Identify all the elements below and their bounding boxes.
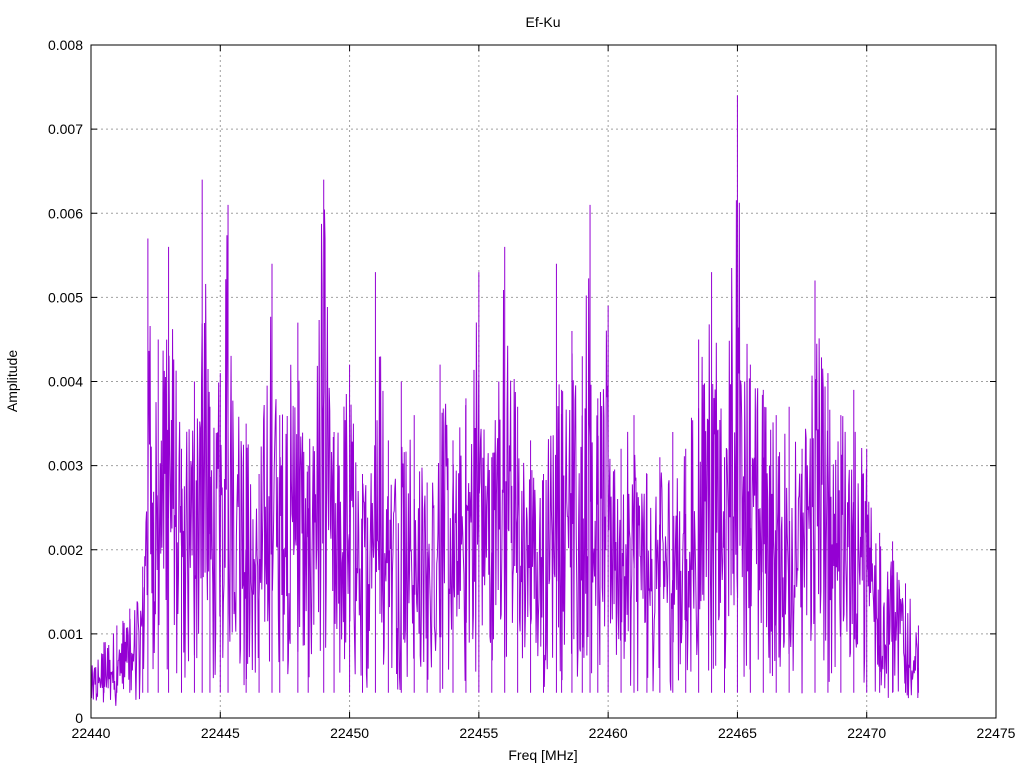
x-tick-label: 22450 bbox=[330, 725, 369, 741]
x-axis-title: Freq [MHz] bbox=[508, 747, 577, 763]
y-tick-label: 0.001 bbox=[48, 626, 83, 642]
chart: 22440 22445 22450 22455 22460 22465 22470 22475… bbox=[0, 0, 1024, 768]
y-tick-label: 0.004 bbox=[48, 374, 83, 390]
y-tick-label: 0 bbox=[75, 710, 83, 726]
chart-title: Ef-Ku bbox=[525, 14, 560, 30]
x-tick-label: 22460 bbox=[589, 725, 628, 741]
x-tick-label: 22440 bbox=[72, 725, 111, 741]
x-tick-label: 22465 bbox=[718, 725, 757, 741]
x-tick-label: 22455 bbox=[459, 725, 498, 741]
y-tick-label: 0.006 bbox=[48, 205, 83, 221]
y-axis-title: Amplitude bbox=[4, 350, 20, 412]
y-tick-label: 0.008 bbox=[48, 37, 83, 53]
y-tick-label: 0.007 bbox=[48, 121, 83, 137]
x-tick-label: 22475 bbox=[977, 725, 1016, 741]
x-tick-label: 22445 bbox=[201, 725, 240, 741]
y-tick-label: 0.005 bbox=[48, 289, 83, 305]
x-tick-label: 22470 bbox=[847, 725, 886, 741]
y-tick-label: 0.003 bbox=[48, 458, 83, 474]
y-tick-label: 0.002 bbox=[48, 542, 83, 558]
